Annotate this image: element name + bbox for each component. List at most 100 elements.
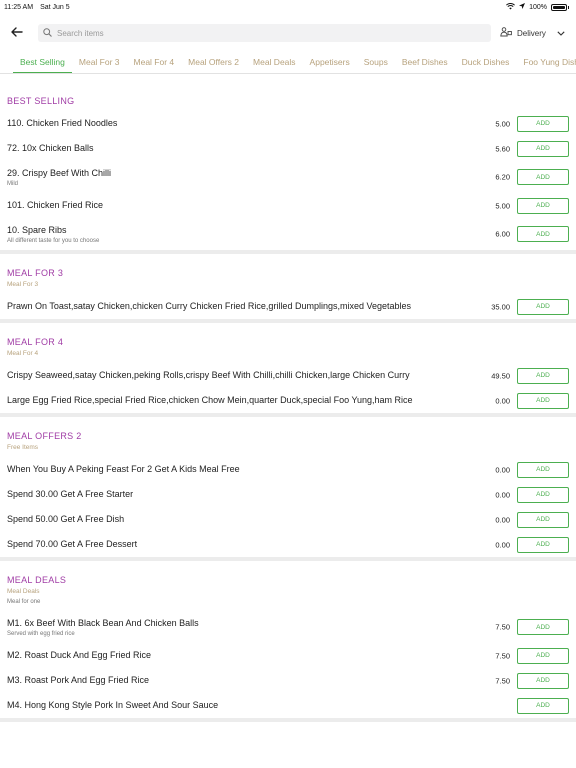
menu-section-meal-deals: MEAL DEALS Meal Deals Meal for one M1. 6x B… bbox=[0, 561, 576, 722]
wifi-icon bbox=[506, 2, 516, 12]
menu-item[interactable]: 110. Chicken Fried Noodles 5.00 ADD bbox=[0, 111, 576, 136]
menu-item[interactable]: 10. Spare Ribs All different taste for yo… bbox=[0, 218, 576, 250]
item-description: All different taste for you to choose bbox=[7, 238, 100, 244]
add-button[interactable]: ADD bbox=[517, 197, 569, 214]
item-name: 101. Chicken Fried Rice bbox=[7, 200, 104, 210]
item-name: 72. 10x Chicken Balls bbox=[7, 143, 94, 153]
tab-duck-dishes[interactable]: Duck Dishes bbox=[455, 52, 517, 73]
item-name: 29. Crispy Beef With Chilli bbox=[7, 168, 112, 178]
item-price: 7.50 bbox=[495, 651, 510, 660]
item-name: Spend 30.00 Get A Free Starter bbox=[7, 489, 134, 499]
battery-percent: 100% bbox=[529, 3, 547, 11]
menu-item[interactable]: Prawn On Toast,satay Chicken,chicken Cur… bbox=[0, 294, 576, 319]
add-button[interactable]: ADD bbox=[517, 536, 569, 553]
section-title: MEAL OFFERS 2 bbox=[7, 431, 82, 441]
item-price: 0.00 bbox=[495, 490, 510, 499]
item-price: 0.00 bbox=[495, 396, 510, 405]
search-input[interactable] bbox=[57, 28, 477, 38]
tab-appetisers[interactable]: Appetisers bbox=[303, 52, 357, 73]
item-price: 0.00 bbox=[495, 540, 510, 549]
add-button[interactable]: ADD bbox=[517, 672, 569, 689]
status-date: Sat Jun 5 bbox=[40, 3, 70, 11]
back-button[interactable] bbox=[8, 24, 26, 42]
section-subtitle: Meal Deals bbox=[7, 588, 40, 595]
delivery-person-icon bbox=[500, 27, 512, 39]
menu-list: BEST SELLING 110. Chicken Fried Noodles 5.… bbox=[0, 84, 576, 722]
item-name: M3. Roast Pork And Egg Fried Rice bbox=[7, 675, 150, 685]
tabs-row: Best Selling Meal For 3 Meal For 4 Meal Off… bbox=[0, 52, 576, 73]
menu-item[interactable]: 29. Crispy Beef With Chilli Mild 6.20 ADD bbox=[0, 161, 576, 193]
item-name: Spend 70.00 Get A Free Dessert bbox=[7, 539, 138, 549]
add-button[interactable]: ADD bbox=[517, 169, 569, 185]
add-button[interactable]: ADD bbox=[517, 115, 569, 132]
battery-tip bbox=[568, 5, 569, 9]
header: Delivery bbox=[0, 22, 576, 44]
menu-item[interactable]: Large Egg Fried Rice,special Fried Rice,… bbox=[0, 388, 576, 413]
menu-section-best-selling: BEST SELLING 110. Chicken Fried Noodles 5.… bbox=[0, 84, 576, 254]
search-bar[interactable] bbox=[38, 24, 491, 42]
tab-meal-deals[interactable]: Meal Deals bbox=[246, 52, 303, 73]
add-button[interactable]: ADD bbox=[517, 619, 569, 635]
menu-item[interactable]: Spend 70.00 Get A Free Dessert 0.00 ADD bbox=[0, 532, 576, 557]
tab-meal-for-4[interactable]: Meal For 4 bbox=[127, 52, 182, 73]
arrow-left-icon bbox=[11, 24, 23, 42]
battery-icon bbox=[551, 3, 567, 11]
add-button[interactable]: ADD bbox=[517, 697, 569, 714]
item-price: 7.50 bbox=[495, 622, 510, 632]
menu-item[interactable]: M2. Roast Duck And Egg Fried Rice 7.50 ADD bbox=[0, 643, 576, 668]
item-price: 5.60 bbox=[495, 144, 510, 153]
item-description: Served with egg fried rice bbox=[7, 631, 75, 637]
menu-item[interactable]: 101. Chicken Fried Rice 5.00 ADD bbox=[0, 193, 576, 218]
item-price: 5.00 bbox=[495, 119, 510, 128]
menu-item[interactable]: Spend 50.00 Get A Free Dish 0.00 ADD bbox=[0, 507, 576, 532]
tab-best-selling[interactable]: Best Selling bbox=[13, 52, 72, 73]
section-subtitle: Meal For 4 bbox=[7, 350, 39, 357]
section-subtitle: Meal For 3 bbox=[7, 281, 39, 288]
menu-item[interactable]: 72. 10x Chicken Balls 5.60 ADD bbox=[0, 136, 576, 161]
menu-item[interactable]: Spend 30.00 Get A Free Starter 0.00 ADD bbox=[0, 482, 576, 507]
section-subtitle: Free Items bbox=[7, 444, 39, 451]
item-name: M4. Hong Kong Style Pork In Sweet And So… bbox=[7, 700, 219, 710]
add-button[interactable]: ADD bbox=[517, 140, 569, 157]
item-price: 5.00 bbox=[495, 201, 510, 210]
item-price: 0.00 bbox=[495, 515, 510, 524]
add-button[interactable]: ADD bbox=[517, 647, 569, 664]
add-button[interactable]: ADD bbox=[517, 461, 569, 478]
item-name: Crispy Seaweed,satay Chicken,peking Roll… bbox=[7, 370, 410, 380]
menu-item[interactable]: M3. Roast Pork And Egg Fried Rice 7.50 ADD bbox=[0, 668, 576, 693]
menu-item[interactable]: M4. Hong Kong Style Pork In Sweet And So… bbox=[0, 693, 576, 718]
tab-beef-dishes[interactable]: Beef Dishes bbox=[395, 52, 455, 73]
menu-section-meal-offers-2: MEAL OFFERS 2 Free Items When You Buy A Pe… bbox=[0, 417, 576, 561]
search-icon bbox=[43, 24, 52, 42]
menu-item[interactable]: M1. 6x Beef With Black Bean And Chicken … bbox=[0, 611, 576, 643]
item-name: Spend 50.00 Get A Free Dish bbox=[7, 514, 125, 524]
add-button[interactable]: ADD bbox=[517, 226, 569, 242]
tab-meal-for-3[interactable]: Meal For 3 bbox=[72, 52, 127, 73]
status-time: 11:25 AM bbox=[4, 3, 34, 11]
item-price: 35.00 bbox=[491, 302, 510, 311]
item-name: When You Buy A Peking Feast For 2 Get A … bbox=[7, 464, 240, 474]
add-button[interactable]: ADD bbox=[517, 367, 569, 384]
tab-meal-offers-2[interactable]: Meal Offers 2 bbox=[181, 52, 246, 73]
item-name: Large Egg Fried Rice,special Fried Rice,… bbox=[7, 395, 413, 405]
section-title: MEAL FOR 3 bbox=[7, 268, 64, 278]
menu-section-meal-for-3: MEAL FOR 3 Meal For 3 Prawn On Toast,satay… bbox=[0, 254, 576, 323]
menu-item[interactable]: Crispy Seaweed,satay Chicken,peking Roll… bbox=[0, 363, 576, 388]
add-button[interactable]: ADD bbox=[517, 511, 569, 528]
status-bar: 11:25 AM Sat Jun 5 100% bbox=[0, 0, 576, 14]
tab-soups[interactable]: Soups bbox=[357, 52, 395, 73]
item-name: Prawn On Toast,satay Chicken,chicken Cur… bbox=[7, 301, 412, 311]
section-title: MEAL FOR 4 bbox=[7, 337, 64, 347]
item-price: 49.50 bbox=[491, 371, 510, 380]
menu-item[interactable]: When You Buy A Peking Feast For 2 Get A … bbox=[0, 457, 576, 482]
item-price: 0.00 bbox=[495, 465, 510, 474]
delivery-label: Delivery bbox=[517, 28, 546, 38]
add-button[interactable]: ADD bbox=[517, 298, 569, 315]
item-price: 7.50 bbox=[495, 676, 510, 685]
add-button[interactable]: ADD bbox=[517, 392, 569, 409]
tab-foo-yung-dishes[interactable]: Foo Yung Dishes bbox=[516, 52, 576, 73]
section-title: BEST SELLING bbox=[7, 96, 75, 106]
delivery-selector[interactable]: Delivery bbox=[500, 24, 565, 42]
item-price: 6.20 bbox=[495, 172, 510, 182]
add-button[interactable]: ADD bbox=[517, 486, 569, 503]
